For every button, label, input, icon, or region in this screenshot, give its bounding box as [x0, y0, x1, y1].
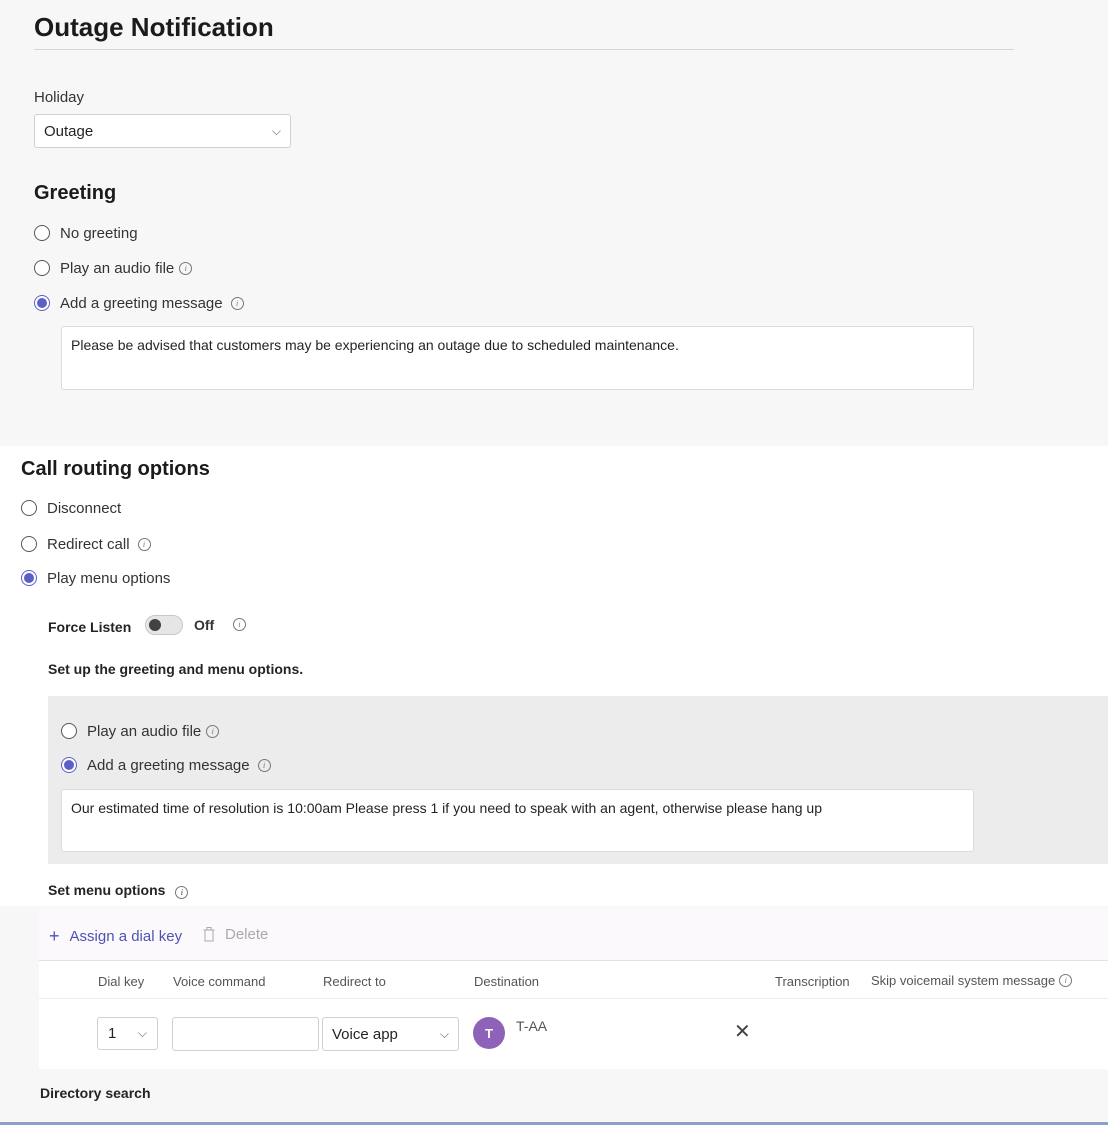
directory-search-label: Directory search [40, 1085, 151, 1101]
column-header-skip-voicemail: Skip voicemail system message i [871, 973, 1073, 988]
routing-option-label: Play menu options [47, 569, 171, 587]
redirect-to-value: Voice app [332, 1025, 398, 1043]
column-header-transcription: Transcription [775, 974, 850, 989]
greeting-option-no-greeting[interactable]: No greeting [34, 222, 138, 244]
radio-icon [21, 536, 37, 552]
menu-greeting-option-label: Add a greeting message [87, 756, 250, 774]
info-icon[interactable]: i [230, 296, 244, 310]
trash-icon [203, 927, 215, 942]
holiday-dropdown-value: Outage [44, 122, 94, 140]
radio-checked-icon [34, 295, 50, 311]
chevron-down-icon: ⌵ [137, 1026, 147, 1040]
info-icon[interactable]: i [257, 758, 271, 772]
redirect-to-dropdown[interactable]: Voice app ⌵ [322, 1017, 459, 1051]
greeting-option-label: Add a greeting message [60, 294, 223, 312]
column-header-dial-key: Dial key [98, 974, 145, 989]
menu-greeting-option-add-message[interactable]: Add a greeting message i [61, 754, 271, 776]
column-header-voice-command: Voice command [173, 974, 266, 989]
greeting-option-label: No greeting [60, 224, 138, 242]
table-toolbar [39, 909, 1108, 961]
info-icon[interactable]: i [175, 886, 189, 899]
routing-option-play-menu[interactable]: Play menu options [21, 567, 170, 589]
dial-key-value: 1 [108, 1025, 117, 1042]
column-header-destination: Destination [474, 974, 540, 989]
info-icon[interactable]: i [137, 537, 151, 551]
radio-icon [34, 260, 50, 276]
radio-icon [21, 500, 37, 516]
assign-dial-key-button[interactable]: + Assign a dial key [49, 926, 182, 947]
page-title: Outage Notification [34, 12, 274, 42]
info-icon[interactable]: i [179, 261, 193, 275]
radio-icon [61, 723, 77, 739]
delete-label: Delete [225, 926, 269, 943]
radio-checked-icon [21, 570, 37, 586]
destination-name: T-AA [516, 1018, 548, 1034]
column-header-redirect-to: Redirect to [323, 974, 386, 989]
radio-icon [34, 225, 50, 241]
set-menu-options-text: Set menu options [48, 882, 166, 898]
close-icon[interactable]: ✕ [734, 1022, 751, 1042]
set-menu-options-label: Set menu options i [48, 882, 189, 899]
info-icon[interactable]: i [1059, 974, 1073, 987]
column-header-skip-voicemail-text: Skip voicemail system message [871, 973, 1056, 988]
routing-option-label: Redirect call [47, 535, 130, 553]
assign-dial-key-label: Assign a dial key [69, 928, 183, 945]
plus-icon: + [49, 926, 60, 946]
greeting-message-input[interactable]: Please be advised that customers may be … [61, 326, 974, 390]
toggle-knob [149, 619, 161, 631]
force-listen-toggle[interactable] [145, 615, 183, 635]
chevron-down-icon: ⌵ [439, 1026, 449, 1041]
force-listen-state: Off [194, 617, 215, 633]
title-divider [34, 49, 1014, 50]
holiday-label: Holiday [34, 89, 85, 106]
holiday-dropdown[interactable]: Outage ⌵ [34, 114, 291, 148]
setup-label: Set up the greeting and menu options. [48, 661, 304, 677]
destination-avatar: T [473, 1017, 505, 1049]
info-icon[interactable]: i [206, 724, 220, 738]
routing-option-redirect[interactable]: Redirect call i [21, 533, 151, 555]
call-routing-heading: Call routing options [21, 458, 210, 480]
menu-greeting-option-play-audio[interactable]: Play an audio file i [61, 720, 220, 742]
info-icon[interactable]: i [233, 618, 246, 631]
chevron-down-icon: ⌵ [271, 123, 281, 138]
greeting-heading: Greeting [34, 182, 117, 204]
greeting-option-play-audio[interactable]: Play an audio file i [34, 257, 193, 279]
menu-greeting-option-label: Play an audio file [87, 722, 202, 740]
dial-key-dropdown[interactable]: 1 ⌵ [97, 1017, 158, 1050]
routing-option-label: Disconnect [47, 499, 122, 517]
force-listen-label: Force Listen [48, 619, 132, 635]
greeting-option-add-message[interactable]: Add a greeting message i [34, 292, 244, 314]
routing-option-disconnect[interactable]: Disconnect [21, 497, 121, 519]
greeting-option-label: Play an audio file [60, 259, 175, 277]
voice-command-input[interactable] [172, 1017, 319, 1051]
menu-greeting-message-input[interactable]: Our estimated time of resolution is 10:0… [61, 789, 974, 852]
delete-button[interactable]: Delete [203, 926, 268, 943]
radio-checked-icon [61, 757, 77, 773]
header-divider [39, 998, 1108, 999]
